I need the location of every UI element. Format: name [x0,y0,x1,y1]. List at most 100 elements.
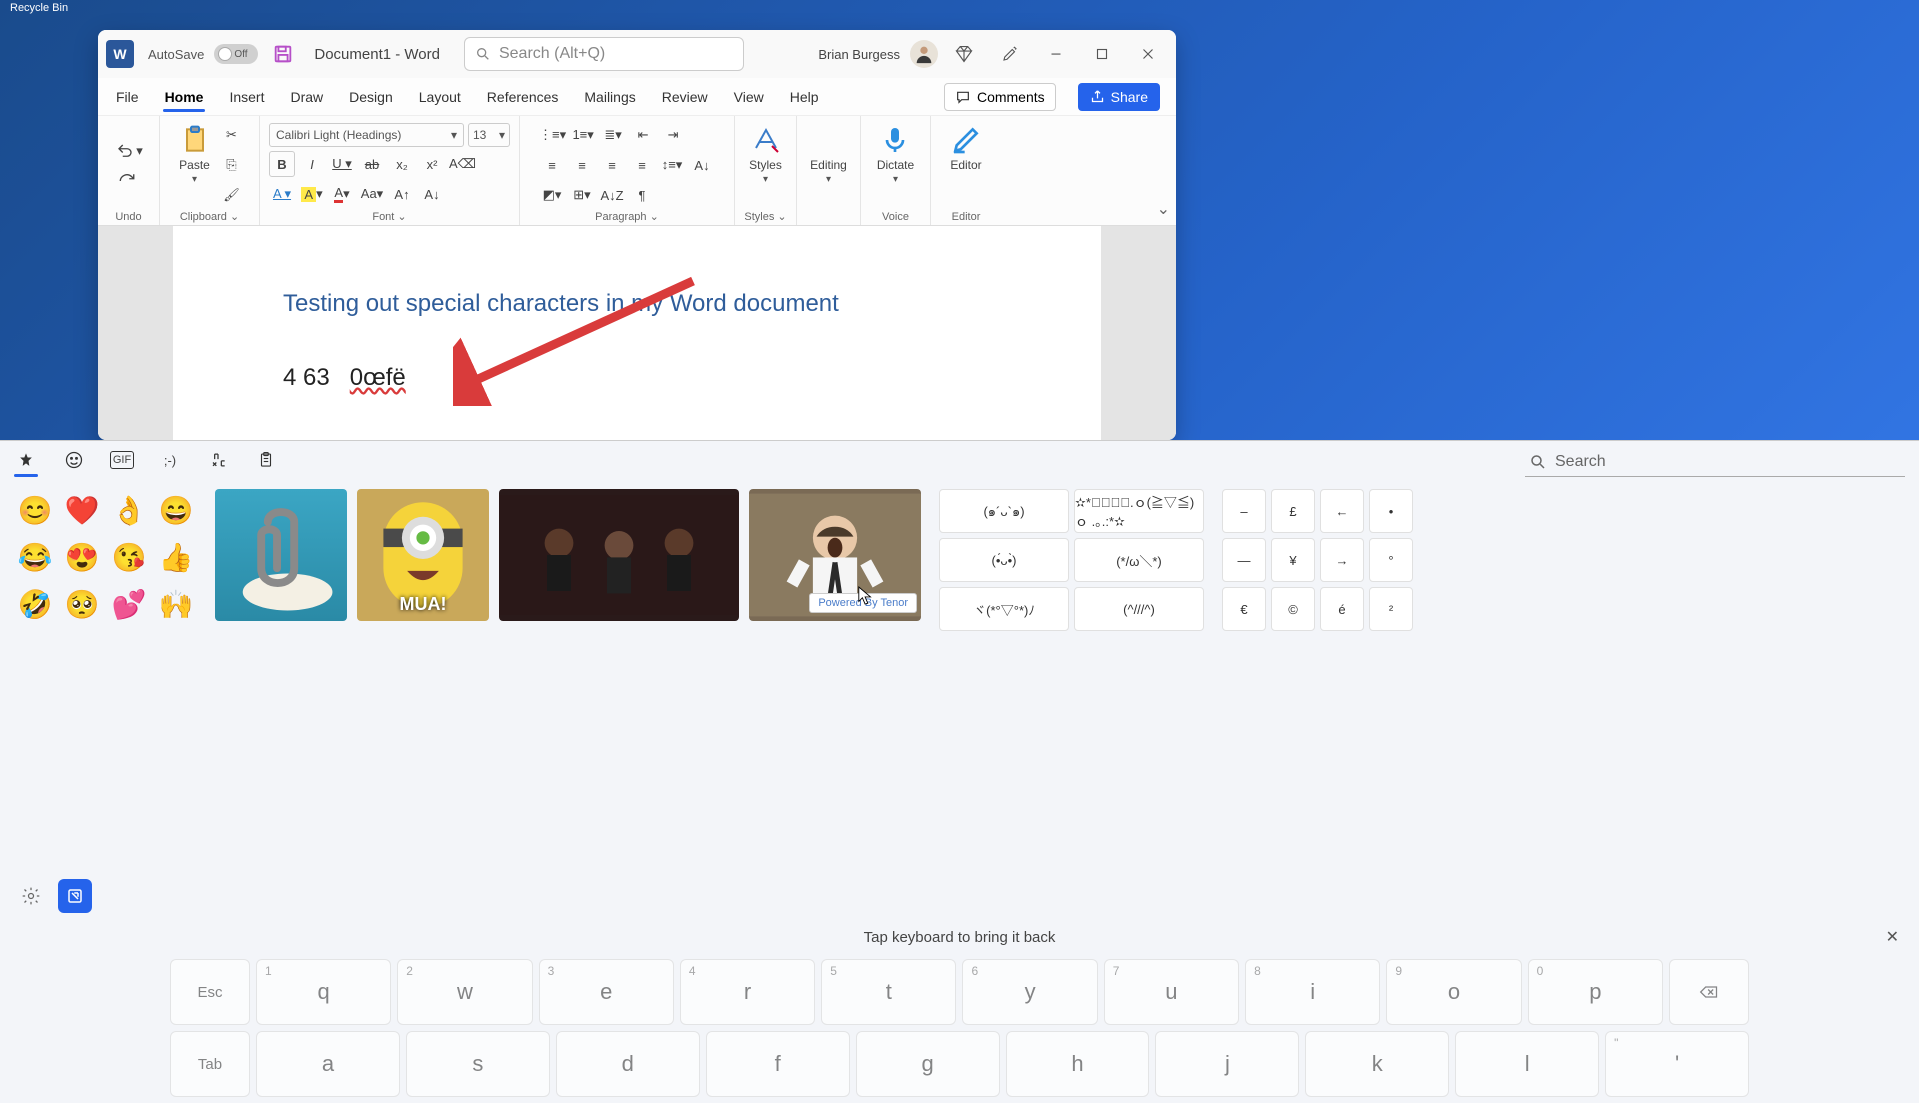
emoji-cell[interactable]: 😊 [14,489,56,531]
tab-design[interactable]: Design [347,83,395,111]
doc-line2[interactable]: 4 63 0œfë [283,364,991,392]
key-w[interactable]: 2w [397,959,532,1025]
key-h[interactable]: h [1006,1031,1150,1097]
diamond-icon[interactable] [944,34,984,74]
borders-button[interactable]: ⊞▾ [569,182,595,208]
undo-button[interactable]: ▾ [114,138,143,164]
settings-button[interactable] [14,879,48,913]
change-case-button[interactable]: Aa▾ [359,181,385,207]
tab-home[interactable]: Home [163,83,206,111]
key-o[interactable]: 9o [1386,959,1521,1025]
emoji-cell[interactable]: 💕 [108,583,150,625]
panel-close-button[interactable]: ✕ [1886,927,1899,947]
emoji-cell[interactable]: 😘 [108,536,150,578]
kaomoji-cell[interactable]: (^///^) [1074,587,1204,631]
cut-button[interactable]: ✂ [219,122,245,148]
gif-tile-applause[interactable] [499,489,739,621]
sort-button[interactable]: A↓ [689,152,715,178]
indent-dec-button[interactable]: ⇤ [630,122,656,148]
symbol-cell[interactable]: © [1271,587,1315,631]
kaomoji-cell[interactable]: (*/ω＼*) [1074,538,1204,582]
tab-file[interactable]: File [114,83,141,111]
emoji-cell[interactable]: 👍 [155,536,197,578]
emoji-cell[interactable]: 🥺 [61,583,103,625]
expand-button[interactable] [58,879,92,913]
tab-insert[interactable]: Insert [227,83,266,111]
symbol-cell[interactable]: ² [1369,587,1413,631]
multilevel-button[interactable]: ≣▾ [600,122,626,148]
panel-tab-emoji[interactable] [62,445,86,475]
gif-tile-clippy[interactable] [215,489,347,621]
emoji-cell[interactable]: 😄 [155,489,197,531]
redo-button[interactable] [114,168,140,194]
key-Esc[interactable]: Esc [170,959,250,1025]
justify-button[interactable]: ≡ [629,152,655,178]
tab-mailings[interactable]: Mailings [582,83,637,111]
shading-button[interactable]: ◩▾ [539,182,565,208]
keyboard-prompt[interactable]: Tap keyboard to bring it back [20,929,1899,946]
symbol-cell[interactable]: € [1222,587,1266,631]
align-center-button[interactable]: ≡ [569,152,595,178]
symbol-cell[interactable]: ¥ [1271,538,1315,582]
emoji-cell[interactable]: 😍 [61,536,103,578]
key-k[interactable]: k [1305,1031,1449,1097]
emoji-cell[interactable]: 🤣 [14,583,56,625]
panel-tab-gif[interactable]: GIF [110,451,134,469]
share-button[interactable]: Share [1078,83,1160,111]
text-effects-button[interactable]: A ▾ [269,181,295,207]
ribbon-collapse-icon[interactable]: ⌄ [1157,199,1170,219]
editing-button[interactable]: Editing ▾ [806,122,851,187]
tab-help[interactable]: Help [788,83,821,111]
font-size-select[interactable]: 13▾ [468,123,510,147]
symbol-cell[interactable]: → [1320,538,1364,582]
grow-font-button[interactable]: A↑ [389,181,415,207]
avatar[interactable] [910,40,938,68]
comments-button[interactable]: Comments [944,83,1056,111]
gif-tile-minion[interactable]: MUA! [357,489,489,621]
tab-view[interactable]: View [732,83,766,111]
key-apostrophe[interactable]: "' [1605,1031,1749,1097]
font-name-select[interactable]: Calibri Light (Headings)▾ [269,123,464,147]
shrink-font-button[interactable]: A↓ [419,181,445,207]
clear-format-button[interactable]: A⌫ [449,151,476,177]
key-j[interactable]: j [1155,1031,1299,1097]
numbering-button[interactable]: 1≡▾ [570,122,596,148]
paste-button[interactable]: Paste ▾ [175,122,215,187]
tab-layout[interactable]: Layout [417,83,463,111]
panel-tab-symbols[interactable] [206,445,230,475]
key-p[interactable]: 0p [1528,959,1663,1025]
document-area[interactable]: Testing out special characters in my Wor… [98,226,1176,440]
key-tab[interactable]: Tab [170,1031,250,1097]
format-painter-button[interactable]: 🖌 [219,182,245,208]
panel-search[interactable]: Search [1525,447,1905,477]
italic-button[interactable]: I [299,151,325,177]
panel-tab-kaomoji[interactable]: ;-) [158,445,182,475]
symbol-cell[interactable]: é [1320,587,1364,631]
gif-tile-excited[interactable]: So Excited~ GIF Powered By Tenor [749,489,921,621]
key-u[interactable]: 7u [1104,959,1239,1025]
key-s[interactable]: s [406,1031,550,1097]
superscript-button[interactable]: x² [419,151,445,177]
key-t[interactable]: 5t [821,959,956,1025]
key-q[interactable]: 1q [256,959,391,1025]
search-input[interactable]: Search (Alt+Q) [464,37,744,71]
kaomoji-cell[interactable]: (๑´ᴗ`๑) [939,489,1069,533]
panel-tab-recent[interactable] [14,445,38,475]
doc-heading[interactable]: Testing out special characters in my Wor… [283,290,991,318]
save-icon[interactable] [272,43,294,65]
maximize-button[interactable] [1082,34,1122,74]
tab-review[interactable]: Review [660,83,710,111]
align-right-button[interactable]: ≡ [599,152,625,178]
symbol-cell[interactable]: – [1222,489,1266,533]
key-i[interactable]: 8i [1245,959,1380,1025]
sort2-button[interactable]: A↓Z [599,182,625,208]
font-color-button[interactable]: A▾ [329,181,355,207]
key-a[interactable]: a [256,1031,400,1097]
highlight-button[interactable]: A▾ [299,181,325,207]
align-left-button[interactable]: ≡ [539,152,565,178]
styles-button[interactable]: Styles ▾ [745,122,786,187]
minimize-button[interactable] [1036,34,1076,74]
bullets-button[interactable]: ⋮≡▾ [539,122,566,148]
symbol-cell[interactable]: — [1222,538,1266,582]
close-button[interactable] [1128,34,1168,74]
